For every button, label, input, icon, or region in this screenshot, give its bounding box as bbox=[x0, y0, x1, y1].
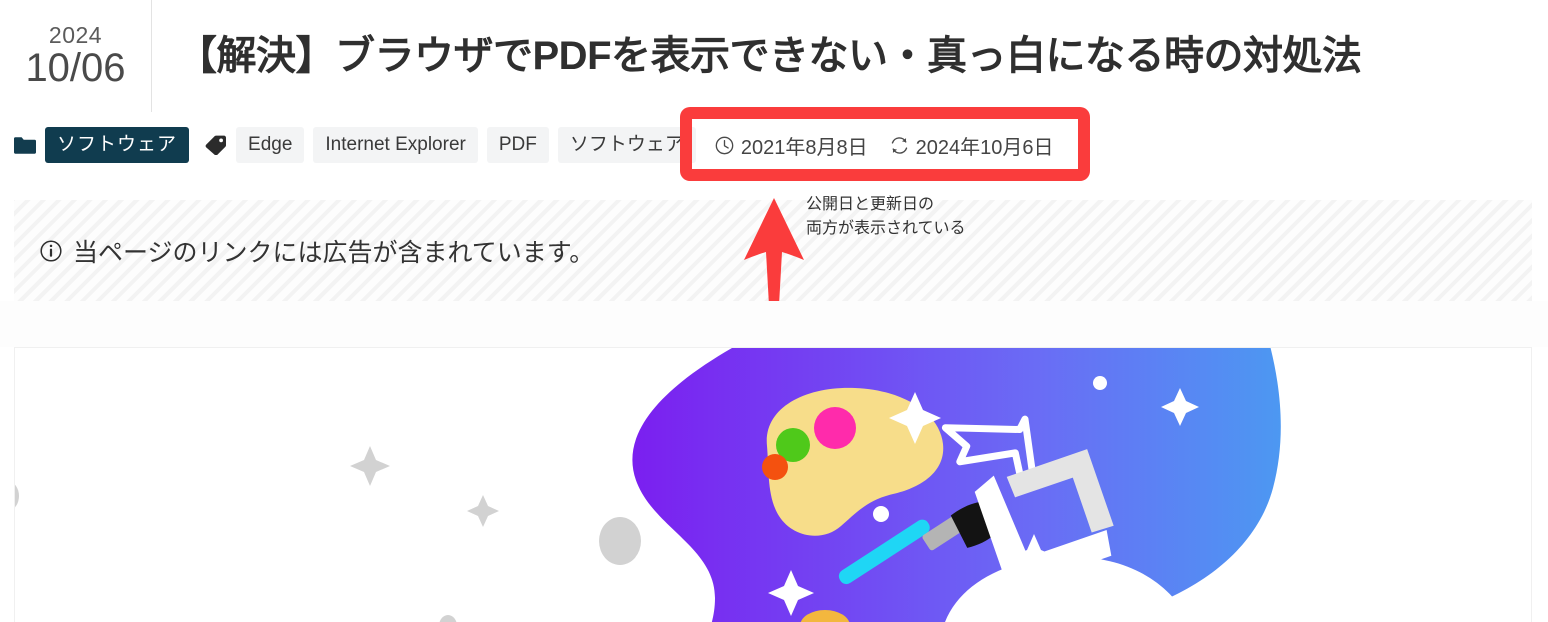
article-dates-group: 2021年8月8日 2024年10月6日 bbox=[715, 131, 1054, 160]
tag-pill[interactable]: Edge bbox=[236, 127, 305, 163]
article-date-block: 2024 10/06 bbox=[0, 0, 152, 112]
clock-icon bbox=[715, 136, 734, 154]
tag-pill[interactable]: PDF bbox=[486, 127, 549, 163]
tag-icon bbox=[205, 135, 227, 156]
published-date-label: 2021年8月8日 bbox=[740, 136, 868, 159]
folder-icon bbox=[14, 136, 36, 154]
page-title: 【解決】ブラウザでPDFを表示できない・真っ白になる時の対処法 bbox=[177, 34, 1362, 78]
ad-disclosure: 当ページのリンクには広告が含まれています。 bbox=[14, 233, 594, 269]
article-date-year: 2024 bbox=[48, 22, 103, 48]
published-date: 2021年8月8日 bbox=[715, 131, 868, 160]
info-circle-icon bbox=[40, 239, 62, 262]
ad-disclosure-band: 当ページのリンクには広告が含まれています。 bbox=[14, 200, 1532, 301]
article-header: 2024 10/06 【解決】ブラウザでPDFを表示できない・真っ白になる時の対… bbox=[0, 0, 1548, 112]
tag-pill[interactable]: Internet Explorer bbox=[313, 127, 478, 163]
article-date-monthday: 10/06 bbox=[25, 46, 126, 90]
ad-disclosure-text: 当ページのリンクには広告が含まれています。 bbox=[73, 238, 595, 267]
category-badge[interactable]: ソフトウェア bbox=[45, 127, 190, 163]
hero-top-gap bbox=[0, 301, 1548, 347]
refresh-icon bbox=[891, 136, 907, 154]
article-meta-row: ソフトウェア Edge Internet Explorer PDF ソフトウェア… bbox=[14, 127, 1054, 163]
updated-date-label: 2024年10月6日 bbox=[915, 136, 1054, 159]
updated-date: 2024年10月6日 bbox=[890, 131, 1054, 160]
tag-pill[interactable]: ソフトウェア bbox=[557, 127, 696, 163]
hero-image bbox=[14, 347, 1532, 622]
